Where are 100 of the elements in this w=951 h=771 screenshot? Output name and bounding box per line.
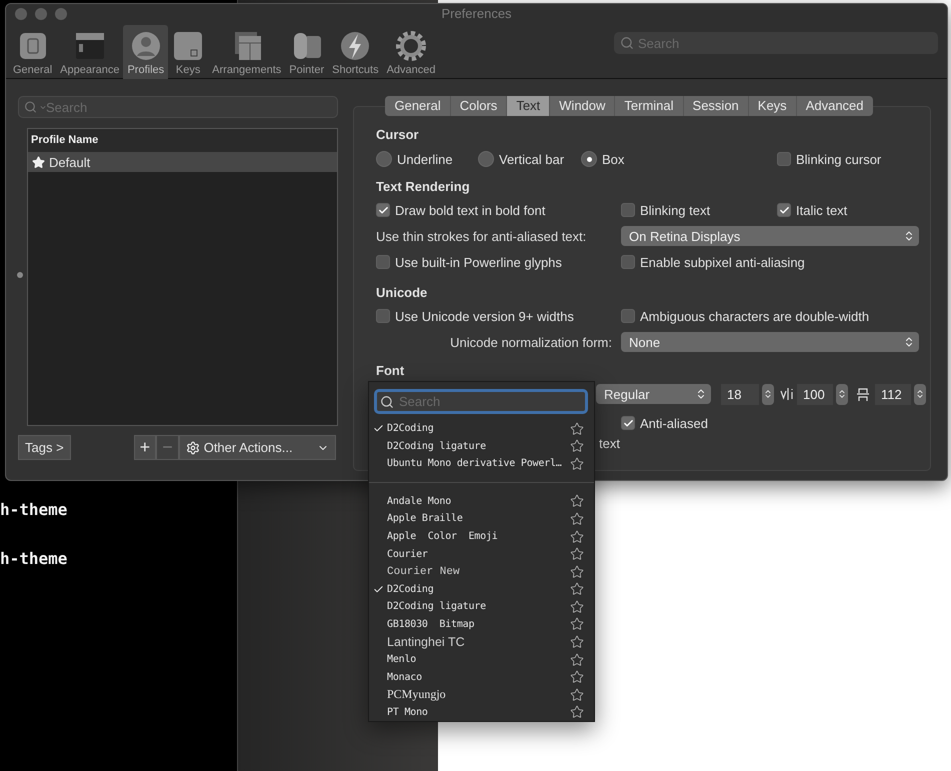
checkbox-label: Ambiguous characters are double-width <box>640 308 870 324</box>
star-icon[interactable] <box>570 564 584 579</box>
star-icon[interactable] <box>570 422 584 436</box>
radio-label: Box <box>602 152 624 166</box>
font-menu-item[interactable]: Courier New <box>369 562 594 580</box>
spacing-field[interactable]: 100 <box>797 384 833 404</box>
font-menu-item[interactable]: PCMyungjo <box>369 686 594 704</box>
checkbox-label: Enable subpixel anti-aliasing <box>640 254 805 270</box>
tab[interactable]: Colors <box>450 96 508 116</box>
search-icon <box>620 36 634 50</box>
stepper[interactable] <box>762 384 774 404</box>
stepper-arrows-icon <box>903 230 915 242</box>
star-icon[interactable] <box>570 582 584 596</box>
checkbox[interactable] <box>621 203 635 217</box>
star-icon[interactable] <box>570 494 584 508</box>
terminal-line: h-theme <box>0 500 68 519</box>
popup-button[interactable]: Regular <box>596 384 711 404</box>
stepper-arrows-icon <box>903 336 915 348</box>
font-menu-item[interactable]: Apple Braille <box>369 510 594 528</box>
stepper-arrows-icon <box>695 388 707 400</box>
stepper[interactable] <box>914 384 926 404</box>
checkbox[interactable] <box>376 203 390 217</box>
checkbox-label: Blinking text <box>640 202 710 218</box>
star-icon[interactable] <box>570 456 584 471</box>
tab[interactable]: Window <box>550 96 616 116</box>
font-menu-item[interactable]: Andale Mono <box>369 492 594 510</box>
font-menu-item[interactable]: D2Coding ligature <box>369 437 594 456</box>
other-actions-button[interactable]: Other Actions... <box>178 435 336 460</box>
toolbar-item[interactable]: Arrangements <box>208 25 286 79</box>
checkbox[interactable] <box>777 203 791 217</box>
toolbar-item[interactable]: Keys <box>168 25 208 79</box>
tab[interactable]: Session <box>684 96 749 116</box>
checkmark-icon <box>378 204 388 216</box>
toolbar-item[interactable]: General <box>9 25 56 79</box>
star-icon[interactable] <box>570 439 584 454</box>
font-size-field[interactable]: 18 <box>721 384 759 404</box>
font-menu-item[interactable]: Ubuntu Mono derivative Powerl… <box>369 455 594 473</box>
stepper[interactable] <box>836 384 848 404</box>
font-menu-item[interactable]: GB18030 Bitmap <box>369 616 594 634</box>
font-menu-item[interactable]: PT Mono <box>369 704 594 721</box>
checkbox[interactable] <box>621 416 635 430</box>
radio-button[interactable] <box>478 151 494 167</box>
resize-handle[interactable] <box>17 272 23 278</box>
radio-label: Underline <box>397 152 453 166</box>
tab[interactable]: Advanced <box>796 96 873 116</box>
field-label: Use thin strokes for anti-aliased text: <box>376 228 586 244</box>
toolbar-item[interactable]: Shortcuts <box>328 25 383 79</box>
font-menu-item[interactable]: Monaco <box>369 668 594 686</box>
star-icon[interactable] <box>570 634 584 649</box>
section-heading: Font <box>376 363 406 380</box>
profile-row[interactable]: Default <box>28 152 337 172</box>
font-menu-item[interactable]: D2Coding ligature <box>369 598 594 616</box>
star-icon[interactable] <box>570 547 584 562</box>
spacing-field[interactable]: 112 <box>875 384 911 404</box>
tab[interactable]: Terminal <box>615 96 684 116</box>
font-menu-item[interactable]: Apple Color Emoji <box>369 528 594 546</box>
search-icon <box>380 394 394 408</box>
checkbox[interactable] <box>376 309 390 323</box>
star-icon[interactable] <box>570 530 584 544</box>
gear-icon <box>186 440 200 454</box>
star-icon[interactable] <box>570 652 584 667</box>
checkbox[interactable] <box>621 309 635 323</box>
popup-button[interactable]: On Retina Displays <box>621 226 919 246</box>
tab[interactable]: Text <box>507 96 550 116</box>
font-menu-item[interactable]: Lantinghei TC <box>369 633 594 651</box>
stepper-arrows-icon <box>763 389 773 399</box>
checkbox[interactable] <box>777 152 791 166</box>
field-label: Unicode normalization form: <box>450 334 612 350</box>
radio-label: Vertical bar <box>499 152 564 166</box>
checkbox[interactable] <box>621 255 635 269</box>
popup-button[interactable]: None <box>621 332 919 352</box>
star-icon[interactable] <box>570 705 584 720</box>
keyboard-key-icon <box>172 30 204 62</box>
column-header[interactable]: Profile Name <box>28 129 337 152</box>
add-button[interactable]: + <box>134 435 156 460</box>
toolbar-item[interactable]: Appearance <box>56 25 124 79</box>
radio-button[interactable] <box>581 151 597 167</box>
star-icon[interactable] <box>570 670 584 684</box>
font-menu-item[interactable]: D2Coding <box>369 420 594 438</box>
tab[interactable]: Keys <box>748 96 797 116</box>
star-icon[interactable] <box>570 617 584 632</box>
toolbar-item[interactable]: Profiles <box>123 25 168 79</box>
tags-button[interactable]: Tags > <box>18 435 71 460</box>
checkbox[interactable] <box>376 255 390 269</box>
font-menu-item[interactable]: Menlo <box>369 650 594 668</box>
window-icon <box>74 30 106 62</box>
star-icon[interactable] <box>570 688 584 702</box>
toolbar-item[interactable]: Advanced <box>382 25 440 79</box>
checkbox-label: Anti-aliased <box>640 416 708 430</box>
star-icon[interactable] <box>570 600 584 614</box>
toolbar-item[interactable]: Pointer <box>285 25 328 79</box>
checkbox-label: Blinking cursor <box>796 152 882 166</box>
radio-button[interactable] <box>376 151 392 167</box>
terminal-line: h-theme <box>0 549 68 568</box>
tab[interactable]: General <box>385 96 451 116</box>
section-heading: Unicode <box>376 285 428 302</box>
star-icon[interactable] <box>570 512 584 526</box>
person-icon <box>130 30 162 62</box>
font-menu-item[interactable]: D2Coding <box>369 580 594 598</box>
font-menu-item[interactable]: Courier <box>369 545 594 563</box>
